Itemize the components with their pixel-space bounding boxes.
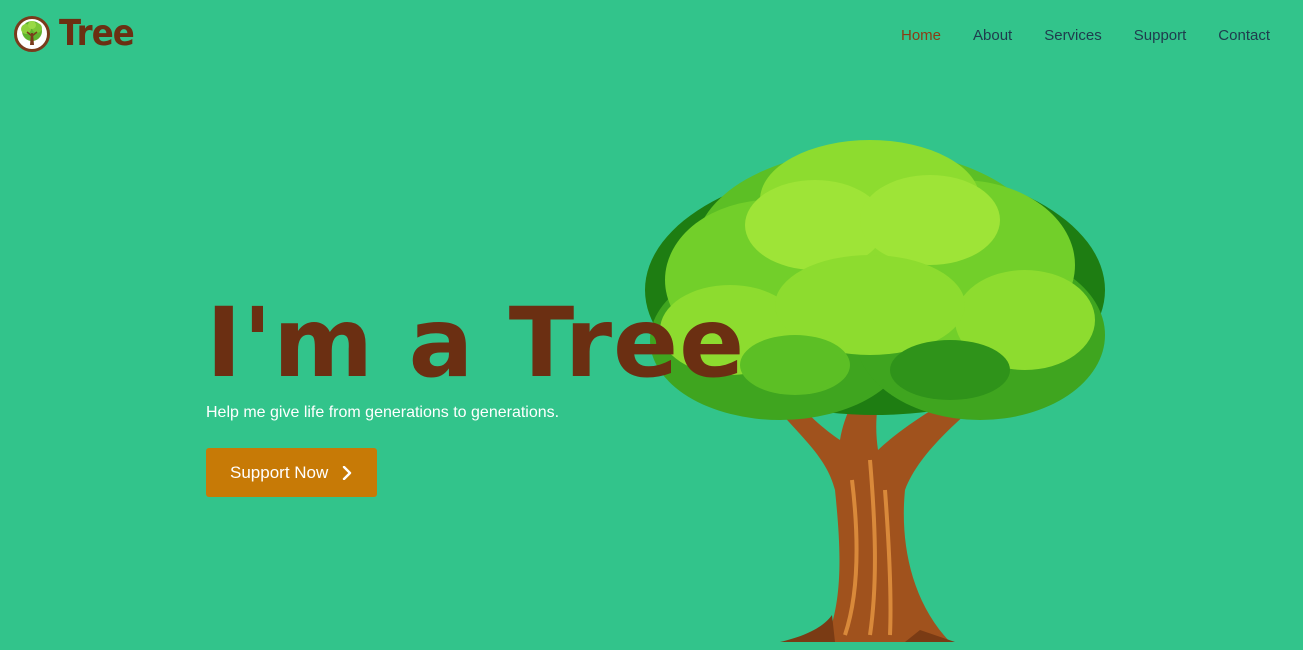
nav-item-home[interactable]: Home bbox=[901, 26, 941, 46]
site-header: Tree Home About Services Support Contact bbox=[0, 0, 1303, 72]
main-nav: Home About Services Support Contact bbox=[869, 26, 1270, 46]
nav-item-services[interactable]: Services bbox=[1044, 26, 1102, 46]
chevron-right-icon bbox=[342, 465, 352, 480]
hero-title: I'm a Tree bbox=[206, 287, 746, 399]
cta-label: Support Now bbox=[230, 462, 329, 482]
tree-logo-icon bbox=[14, 16, 50, 52]
hero-subtitle: Help me give life from generations to ge… bbox=[206, 404, 560, 421]
brand-logo-link[interactable]: Tree bbox=[14, 16, 142, 52]
support-now-button[interactable]: Support Now bbox=[206, 448, 377, 497]
brand-name: Tree bbox=[59, 13, 135, 54]
nav-item-support[interactable]: Support bbox=[1134, 26, 1187, 46]
nav-item-about[interactable]: About bbox=[973, 26, 1012, 46]
nav-item-contact[interactable]: Contact bbox=[1218, 26, 1270, 46]
